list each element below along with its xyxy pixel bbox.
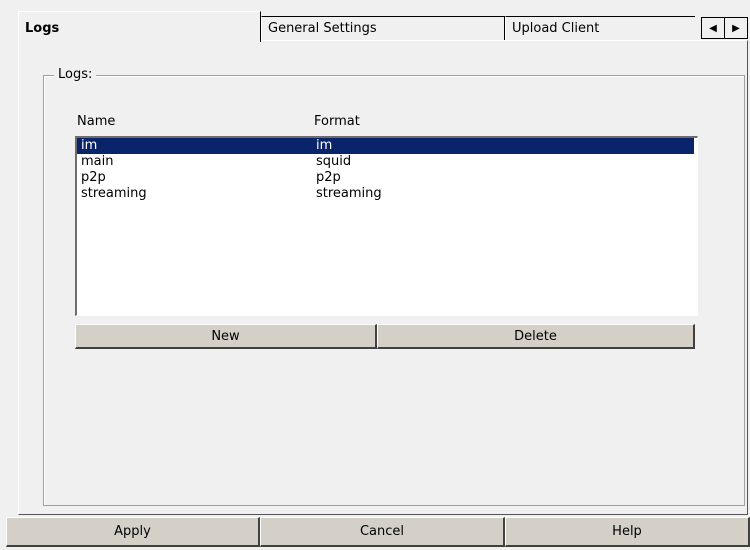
log-name: streaming: [81, 186, 147, 201]
new-button[interactable]: New: [75, 324, 377, 349]
chevron-right-icon: ▶: [732, 22, 740, 34]
cancel-button[interactable]: Cancel: [260, 517, 505, 547]
log-name: main: [81, 154, 114, 169]
log-name: p2p: [81, 170, 106, 185]
log-format: streaming: [316, 186, 382, 201]
apply-button[interactable]: Apply: [6, 517, 260, 547]
chevron-left-icon: ◀: [709, 22, 717, 34]
tab-general-settings-label: General Settings: [268, 21, 377, 36]
tab-panel: Logs: Name Format im im main squid p2p p…: [18, 40, 748, 515]
tab-logs[interactable]: Logs: [18, 11, 261, 42]
delete-button-label: Delete: [514, 328, 557, 344]
tab-scroll-right-button[interactable]: ▶: [724, 18, 747, 38]
tab-upload-client-label: Upload Client: [512, 21, 600, 36]
cancel-button-label: Cancel: [359, 524, 405, 539]
tab-scroll-left-button[interactable]: ◀: [702, 18, 724, 38]
help-button-label: Help: [612, 524, 642, 539]
column-header-format: Format: [314, 114, 360, 129]
new-button-label: New: [211, 328, 240, 344]
help-button[interactable]: Help: [505, 517, 750, 547]
apply-button-label: Apply: [114, 524, 151, 539]
logs-group-label: Logs:: [54, 67, 97, 82]
tab-scroll-arrows: ◀ ▶: [701, 17, 748, 39]
log-format: p2p: [316, 170, 341, 185]
delete-button[interactable]: Delete: [377, 324, 695, 349]
column-header-name: Name: [77, 114, 116, 129]
tab-general-settings[interactable]: General Settings: [261, 16, 505, 40]
log-format: squid: [316, 154, 352, 169]
tab-logs-label: Logs: [25, 21, 60, 36]
list-item[interactable]: im im: [77, 138, 694, 154]
tab-upload-client[interactable]: Upload Client: [505, 16, 695, 40]
log-format: im: [316, 138, 333, 153]
log-name: im: [81, 138, 98, 153]
list-item[interactable]: main squid: [77, 154, 694, 170]
list-item[interactable]: streaming streaming: [77, 186, 694, 202]
logs-list[interactable]: im im main squid p2p p2p streaming strea…: [75, 136, 698, 316]
list-item[interactable]: p2p p2p: [77, 170, 694, 186]
